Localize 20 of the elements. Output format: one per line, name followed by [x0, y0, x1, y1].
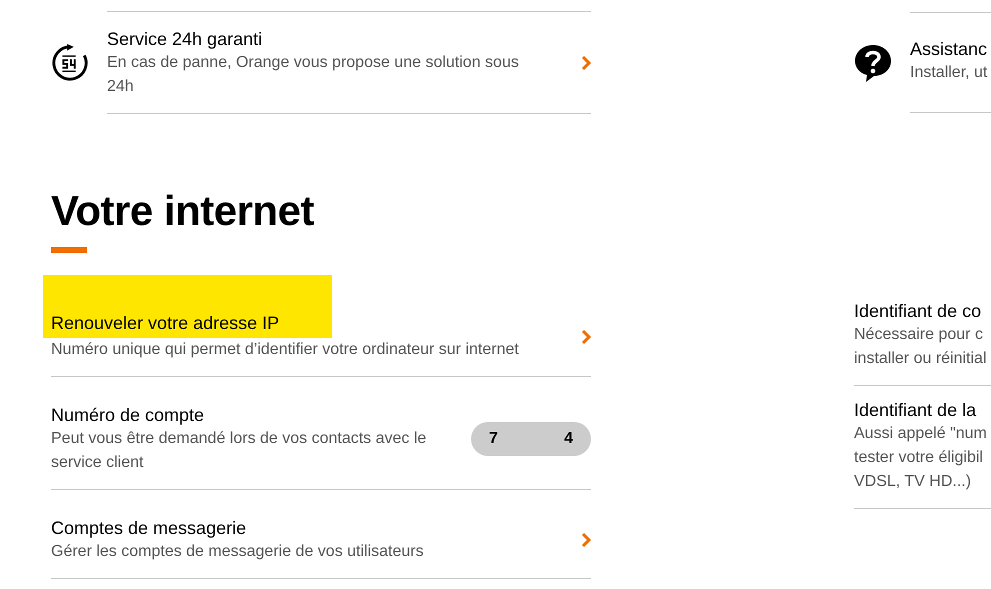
item-title: Identifiant de la: [854, 399, 978, 422]
item-title: Identifiant de co: [854, 300, 982, 323]
item-description: Nécessaire pour c: [854, 325, 984, 345]
account-digit: 4: [564, 430, 573, 448]
item-description: En cas de panne, Orange vous propose une solution sous 24h: [107, 52, 520, 96]
item-title[interactable]: Renouveler votre adresse IP: [43, 275, 332, 338]
item-description: tester votre éligibil: [854, 448, 984, 468]
item-description: VDSL, TV HD...): [854, 472, 972, 492]
item-title[interactable]: Numéro de compte: [51, 403, 471, 427]
item-description: installer ou réinitial: [854, 349, 988, 369]
section-heading: Votre internet: [51, 187, 315, 235]
item-description: Numéro unique qui permet d’identifier votre ordinateur sur internet: [51, 340, 520, 360]
item-title: Assistanc: [910, 38, 988, 60]
account-digit: 7: [489, 430, 498, 448]
item-description: Peut vous être demandé lors de vos contacts avec le service client: [51, 429, 428, 473]
item-description: Installer, ut: [910, 62, 988, 82]
item-title: Service 24h garanti: [107, 28, 264, 50]
item-description: Aussi appelé "num: [854, 424, 988, 444]
item-description: Gérer les comptes de messagerie de vos utilisateurs: [51, 542, 425, 562]
item-title[interactable]: Comptes de messagerie: [51, 516, 581, 540]
